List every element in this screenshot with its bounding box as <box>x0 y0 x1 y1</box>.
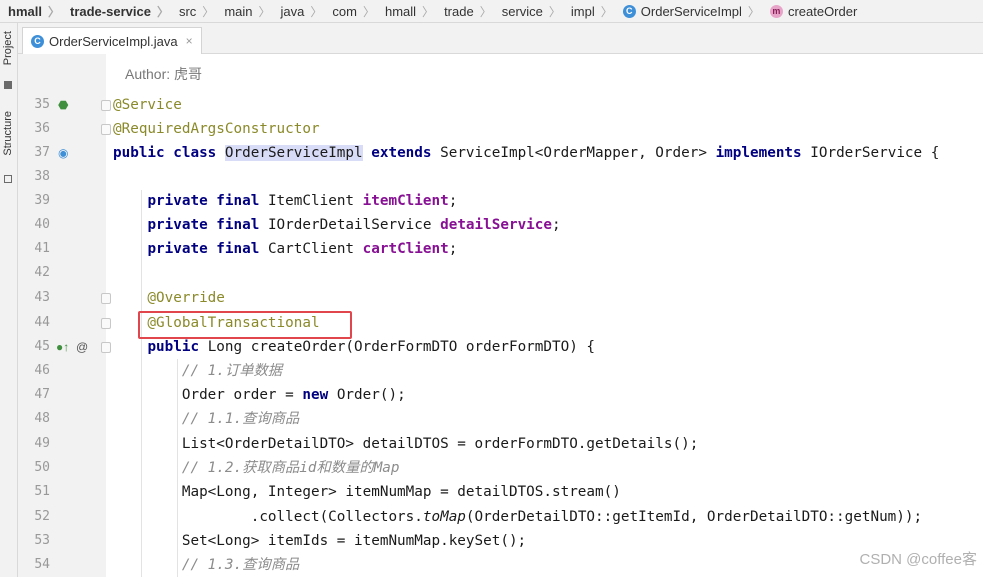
code-line[interactable]: 38 <box>0 165 983 189</box>
breadcrumb-item-hmall-pkg[interactable]: hmall 〉 <box>377 0 436 22</box>
chevron-right-icon: 〉 <box>479 4 492 19</box>
line-number: 42 <box>34 265 50 280</box>
chevron-right-icon: 〉 <box>362 4 375 19</box>
code-line[interactable]: 43 @Override <box>0 286 983 310</box>
code-line[interactable]: 54 // 1.3.查询商品 <box>0 553 983 577</box>
code-line[interactable]: 37 ◉ public class OrderServiceImpl exten… <box>0 141 983 165</box>
class-icon: C <box>622 4 636 18</box>
line-number: 49 <box>34 436 50 451</box>
breadcrumb-item-src[interactable]: src 〉 <box>171 0 216 22</box>
chevron-right-icon: 〉 <box>548 4 561 19</box>
highlight-box <box>138 311 352 339</box>
folder-icon <box>4 81 12 89</box>
code-line[interactable]: 41 private final CartClient cartClient; <box>0 237 983 261</box>
code-line[interactable]: 53 Set<Long> itemIds = itemNumMap.keySet… <box>0 529 983 553</box>
fold-marker-icon[interactable] <box>101 100 111 111</box>
breadcrumb-item-trade-service[interactable]: trade-service 〉 <box>62 0 171 22</box>
fold-marker-icon[interactable] <box>101 342 111 353</box>
line-number: 47 <box>34 387 50 402</box>
author-inlay-hint: Author: 虎哥 <box>125 66 203 82</box>
line-number: 52 <box>34 509 50 524</box>
breadcrumb-item-createorder[interactable]: m createOrder <box>762 0 859 22</box>
close-icon[interactable]: × <box>186 34 193 48</box>
code-line[interactable]: 40 private final IOrderDetailService det… <box>0 213 983 237</box>
line-number: 53 <box>34 533 50 548</box>
code-line[interactable]: 46 // 1.订单数据 <box>0 359 983 383</box>
bean-icon[interactable]: ⬣ <box>58 97 68 113</box>
line-number: 45 <box>34 339 50 354</box>
override-method-icon[interactable]: ●↑ <box>56 339 69 355</box>
watermark: CSDN @coffee客 <box>859 551 978 568</box>
implementation-icon[interactable]: ◉ <box>58 145 68 161</box>
line-number: 50 <box>34 460 50 475</box>
breadcrumb-item-trade[interactable]: trade 〉 <box>436 0 494 22</box>
breadcrumb-item-impl[interactable]: impl 〉 <box>563 0 615 22</box>
breadcrumb-item-orderserviceimpl[interactable]: C OrderServiceImpl 〉 <box>615 0 762 22</box>
code-line[interactable]: 49 List<OrderDetailDTO> detailDTOS = ord… <box>0 432 983 456</box>
line-number: 40 <box>34 217 50 232</box>
chevron-right-icon: 〉 <box>202 4 215 19</box>
fold-marker-icon[interactable] <box>101 318 111 329</box>
code-line[interactable]: 36 @RequiredArgsConstructor <box>0 117 983 141</box>
breadcrumb: hmall 〉 trade-service 〉 src 〉 main 〉 java 〉 c… <box>0 0 983 23</box>
line-number: 54 <box>34 557 50 572</box>
chevron-right-icon: 〉 <box>47 4 60 19</box>
breadcrumb-item-com[interactable]: com 〉 <box>324 0 377 22</box>
fold-marker-icon[interactable] <box>101 124 111 135</box>
code-line[interactable]: 42 <box>0 261 983 285</box>
chevron-right-icon: 〉 <box>258 4 271 19</box>
code-line[interactable]: 50 // 1.2.获取商品id和数量的Map <box>0 456 983 480</box>
breadcrumb-item-main[interactable]: main 〉 <box>216 0 272 22</box>
code-line[interactable]: 48 // 1.1.查询商品 <box>0 407 983 431</box>
line-number: 41 <box>34 241 50 256</box>
line-number: 51 <box>34 484 50 499</box>
breadcrumb-item-hmall[interactable]: hmall 〉 <box>0 0 62 22</box>
line-number: 36 <box>34 121 50 136</box>
project-tool-tab[interactable]: Project <box>0 31 17 91</box>
line-number: 44 <box>34 315 50 330</box>
method-icon: m <box>769 4 783 18</box>
chevron-right-icon: 〉 <box>600 4 613 19</box>
chevron-right-icon: 〉 <box>747 4 760 19</box>
fold-marker-icon[interactable] <box>101 293 111 304</box>
line-number: 35 <box>34 97 50 112</box>
line-number: 38 <box>34 169 50 184</box>
chevron-right-icon: 〉 <box>310 4 323 19</box>
line-number: 39 <box>34 193 50 208</box>
editor-tab-orderserviceimpl[interactable]: C OrderServiceImpl.java × <box>22 27 202 54</box>
line-number: 43 <box>34 290 50 305</box>
line-number: 46 <box>34 363 50 378</box>
code-line[interactable]: 52 .collect(Collectors.toMap(OrderDetail… <box>0 505 983 529</box>
line-number: 48 <box>34 411 50 426</box>
chevron-right-icon: 〉 <box>422 4 435 19</box>
class-icon: C <box>31 34 44 48</box>
editor-tab-bar: C OrderServiceImpl.java × <box>18 23 983 54</box>
breadcrumb-item-java[interactable]: java 〉 <box>273 0 325 22</box>
code-line[interactable]: 35 ⬣ @Service <box>0 93 983 117</box>
chevron-right-icon: 〉 <box>156 4 169 19</box>
code-line[interactable]: 39 private final ItemClient itemClient; <box>0 189 983 213</box>
line-number: 37 <box>34 145 50 160</box>
code-line[interactable]: 47 Order order = new Order(); <box>0 383 983 407</box>
breadcrumb-item-service[interactable]: service 〉 <box>494 0 563 22</box>
at-annotation-icon[interactable]: @ <box>76 339 88 355</box>
code-line[interactable]: 51 Map<Long, Integer> itemNumMap = detai… <box>0 480 983 504</box>
